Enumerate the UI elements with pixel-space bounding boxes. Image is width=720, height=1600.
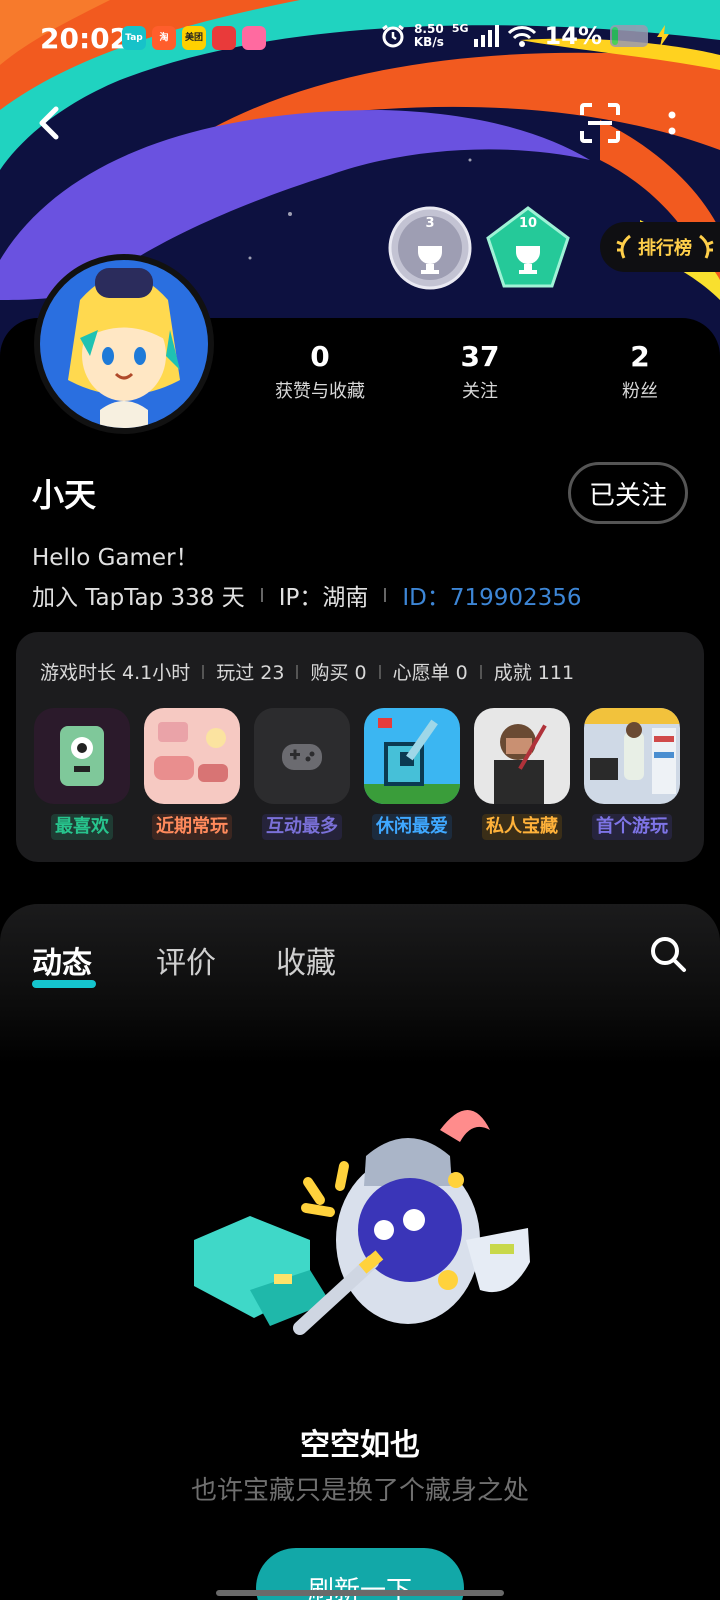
played-count: 玩过 23 xyxy=(216,662,285,684)
signal-icon xyxy=(473,25,499,47)
achievement-badge-silver[interactable]: 3 xyxy=(388,206,472,290)
app-notification-icon-2 xyxy=(242,26,266,50)
stat-label: 粉丝 xyxy=(622,381,658,402)
game-icon xyxy=(254,708,350,804)
stat-value: 2 xyxy=(630,340,650,373)
profile-meta: 加入 TapTap 338 天 IP：湖南 ID：719902356 xyxy=(32,578,582,612)
game-icon xyxy=(474,708,570,804)
game-icon xyxy=(364,708,460,804)
divider xyxy=(378,664,381,679)
empty-state-subtitle: 也许宝藏只是换了个藏身之处 xyxy=(190,1476,529,1506)
user-id[interactable]: ID：719902356 xyxy=(402,578,581,612)
game-tag: 最喜欢 xyxy=(51,814,113,840)
tab-reviews[interactable]: 评价 xyxy=(156,938,216,982)
active-tab-indicator xyxy=(32,980,96,988)
game-summary: 游戏时长 4.1小时 玩过 23 购买 0 心愿单 0 成就 111 xyxy=(40,658,574,685)
network-type: 5G xyxy=(451,22,469,35)
chevron-left-icon xyxy=(39,106,59,140)
back-button[interactable] xyxy=(30,101,70,145)
game-item-treasure[interactable]: 私人宝藏 xyxy=(474,708,570,840)
stat-label: 关注 xyxy=(462,381,498,402)
wishlist-count: 心愿单 0 xyxy=(392,662,468,684)
more-button[interactable] xyxy=(652,101,692,145)
follow-button[interactable]: 已关注 xyxy=(568,462,688,524)
game-tag: 私人宝藏 xyxy=(482,814,562,840)
join-days: 加入 TapTap 338 天 xyxy=(32,585,245,611)
top-nav xyxy=(0,95,720,155)
divider xyxy=(384,588,387,602)
game-tag: 近期常玩 xyxy=(152,814,232,840)
bio: Hello Gamer！ xyxy=(32,545,199,571)
leaderboard-label: 排行榜 xyxy=(638,238,692,259)
search-button[interactable] xyxy=(648,934,688,974)
empty-state-illustration xyxy=(190,1090,550,1350)
empty-state-title: 空空如也 xyxy=(300,1428,420,1463)
ip-location: IP：湖南 xyxy=(278,585,369,611)
purchased-count: 购买 0 xyxy=(310,662,367,684)
battery-percent: 14% xyxy=(544,22,602,50)
badge-number: 3 xyxy=(425,216,435,231)
play-time: 游戏时长 4.1小时 xyxy=(40,662,191,684)
search-icon xyxy=(651,937,686,972)
game-icon xyxy=(34,708,130,804)
stat-value: 0 xyxy=(310,340,330,373)
knight-mascot-icon xyxy=(194,1110,530,1335)
game-icon xyxy=(584,708,680,804)
achievement-count: 成就 111 xyxy=(493,662,575,684)
divider xyxy=(479,664,482,679)
game-icon xyxy=(144,708,240,804)
avatar[interactable] xyxy=(34,254,214,434)
home-indicator[interactable] xyxy=(216,1590,504,1596)
status-bar: 20:02 Tap 淘 美团 8.50 KB/s 5G 14% xyxy=(0,0,720,80)
gamepad-icon xyxy=(254,708,350,804)
laurel-icon xyxy=(616,234,631,259)
status-time: 20:02 xyxy=(40,22,130,55)
avatar-image xyxy=(40,260,208,428)
badge-number: 10 xyxy=(518,216,538,231)
stat-following[interactable]: 37 关注 xyxy=(400,340,560,410)
laurel-icon-right xyxy=(699,234,714,259)
scan-icon xyxy=(580,103,620,143)
divider xyxy=(260,588,263,602)
game-stats-panel[interactable]: 游戏时长 4.1小时 玩过 23 购买 0 心愿单 0 成就 111 最喜欢 近… xyxy=(16,632,704,862)
charging-icon xyxy=(657,25,669,47)
stat-likes[interactable]: 0 获赞与收藏 xyxy=(240,340,400,410)
achievement-badge-green[interactable]: 10 xyxy=(486,206,570,290)
game-item-first[interactable]: 首个游玩 xyxy=(584,708,680,840)
app-notification-icon xyxy=(212,26,236,50)
stat-label: 获赞与收藏 xyxy=(275,381,365,402)
game-tag: 互动最多 xyxy=(262,814,342,840)
leaderboard-button[interactable]: 排行榜 xyxy=(600,222,720,272)
meituan-notification-icon: 美团 xyxy=(182,26,206,50)
tab-favorites[interactable]: 收藏 xyxy=(276,938,336,982)
wifi-icon xyxy=(507,26,536,47)
status-indicators: 8.50 KB/s 5G 14% xyxy=(380,22,670,50)
game-tag: 首个游玩 xyxy=(592,814,672,840)
battery-icon xyxy=(610,25,648,47)
divider xyxy=(202,664,205,679)
more-vertical-icon xyxy=(668,111,676,135)
tab-posts[interactable]: 动态 xyxy=(32,938,92,982)
notification-icons: Tap 淘 美团 xyxy=(122,26,266,50)
taobao-notification-icon: 淘 xyxy=(152,26,176,50)
net-speed: 8.50 KB/s xyxy=(413,22,444,49)
game-item-casual[interactable]: 休闲最爱 xyxy=(364,708,460,840)
game-item-favorite[interactable]: 最喜欢 xyxy=(34,708,130,840)
taptap-notification-icon: Tap xyxy=(122,26,146,50)
divider xyxy=(296,664,299,679)
stat-value: 37 xyxy=(460,340,500,373)
game-item-interactive[interactable]: 互动最多 xyxy=(254,708,350,840)
stat-followers[interactable]: 2 粉丝 xyxy=(560,340,720,410)
game-highlights: 最喜欢 近期常玩 互动最多 休闲最爱 私人宝藏 首个游玩 xyxy=(34,708,680,840)
profile-stats: 0 获赞与收藏 37 关注 2 粉丝 xyxy=(240,340,720,410)
game-tag: 休闲最爱 xyxy=(372,814,452,840)
username: 小天 xyxy=(32,476,97,514)
alarm-icon xyxy=(381,24,404,48)
game-item-recent[interactable]: 近期常玩 xyxy=(144,708,240,840)
scan-button[interactable] xyxy=(578,101,622,145)
